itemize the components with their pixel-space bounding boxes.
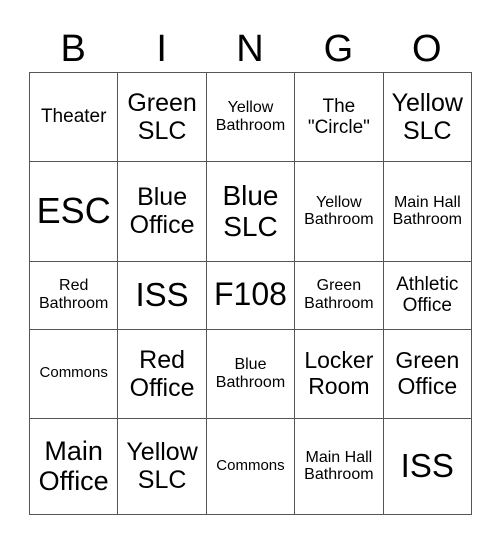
bingo-cell[interactable]: The "Circle" — [294, 71, 384, 163]
bingo-cell[interactable]: ESC — [28, 161, 119, 262]
bingo-row: Main Office Yellow SLC Commons Main Hall… — [28, 417, 473, 516]
bingo-cell[interactable]: Commons — [28, 328, 119, 419]
bingo-row: Commons Red Office Blue Bathroom Locker … — [28, 328, 473, 419]
bingo-cell[interactable]: Green Office — [382, 328, 473, 419]
bingo-cell[interactable]: Red Bathroom — [28, 260, 119, 330]
header-letter-g: G — [323, 28, 354, 70]
bingo-cell[interactable]: Locker Room — [294, 328, 384, 419]
bingo-cell[interactable]: Main Office — [28, 417, 119, 516]
bingo-header: B I N G O — [29, 26, 471, 72]
bingo-card: Theater Green SLC Yellow Bathroom The "C… — [28, 71, 473, 516]
bingo-cell[interactable]: Green SLC — [117, 71, 207, 163]
bingo-cell[interactable]: Main Hall Bathroom — [294, 417, 384, 516]
bingo-cell[interactable]: Athletic Office — [382, 260, 473, 330]
bingo-cell[interactable]: Yellow Bathroom — [205, 71, 296, 163]
bingo-cell[interactable]: Green Bathroom — [294, 260, 384, 330]
bingo-cell[interactable]: Yellow Bathroom — [294, 161, 384, 262]
bingo-cell[interactable]: Blue Office — [117, 161, 207, 262]
bingo-cell[interactable]: Yellow SLC — [117, 417, 207, 516]
header-letter-i: I — [156, 28, 167, 70]
bingo-cell[interactable]: Commons — [205, 417, 296, 516]
header-letter-b: B — [60, 28, 86, 70]
bingo-row: Theater Green SLC Yellow Bathroom The "C… — [28, 71, 473, 163]
bingo-cell[interactable]: Red Office — [117, 328, 207, 419]
header-letter-n: N — [236, 28, 264, 70]
bingo-cell[interactable]: Theater — [28, 71, 119, 163]
bingo-row: ESC Blue Office Blue SLC Yellow Bathroom… — [28, 161, 473, 262]
bingo-cell[interactable]: Yellow SLC — [382, 71, 473, 163]
bingo-cell[interactable]: Main Hall Bathroom — [382, 161, 473, 262]
header-letter-o: O — [412, 28, 442, 70]
bingo-cell[interactable]: ISS — [382, 417, 473, 516]
bingo-cell[interactable]: ISS — [117, 260, 207, 330]
bingo-cell[interactable]: Blue Bathroom — [205, 328, 296, 419]
bingo-row: Red Bathroom ISS F108 Green Bathroom Ath… — [28, 260, 473, 330]
bingo-cell[interactable]: Blue SLC — [205, 161, 296, 262]
bingo-cell[interactable]: F108 — [205, 260, 296, 330]
